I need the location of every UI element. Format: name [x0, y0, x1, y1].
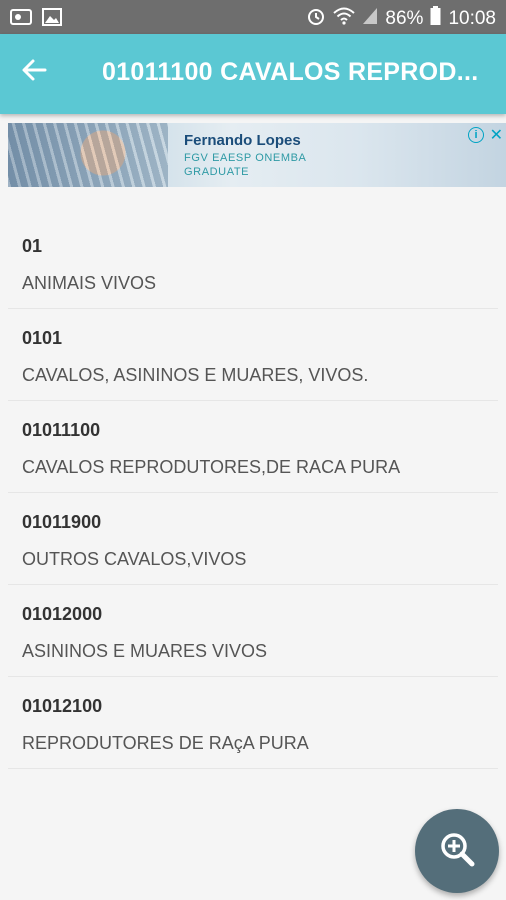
- time: 10:08: [448, 8, 496, 29]
- list-item[interactable]: 01011100 CAVALOS REPRODUTORES,DE RACA PU…: [8, 401, 498, 493]
- signal-icon: [362, 7, 378, 31]
- alarm-icon: [306, 6, 326, 32]
- item-code: 01011900: [22, 512, 102, 532]
- ad-name: Fernando Lopes: [184, 132, 301, 149]
- item-list: 01 ANIMAIS VIVOS 0101 CAVALOS, ASININOS …: [8, 217, 498, 769]
- ad-line-1: FGV EAESP ONEMBA: [184, 152, 307, 164]
- info-icon[interactable]: i: [468, 127, 484, 143]
- item-code: 0101: [22, 328, 63, 348]
- list-item[interactable]: 01 ANIMAIS VIVOS: [8, 217, 498, 309]
- arrow-back-icon: [20, 59, 48, 88]
- status-bar: 86% 10:08: [0, 0, 506, 34]
- ad-banner[interactable]: Fernando Lopes FGV EAESP ONEMBA GRADUATE…: [8, 123, 506, 187]
- battery-icon: [430, 6, 441, 32]
- item-description: ASININOS E MUARES VIVOS: [22, 641, 268, 661]
- item-description: REPRODUTORES DE RAçA PURA: [22, 733, 309, 753]
- item-description: ANIMAIS VIVOS: [22, 273, 157, 293]
- ad-image: [8, 123, 168, 187]
- wifi-icon: [333, 7, 356, 31]
- list-item[interactable]: 01012000 ASININOS E MUARES VIVOS: [8, 585, 498, 677]
- item-description: CAVALOS, ASININOS E MUARES, VIVOS.: [22, 365, 369, 385]
- list-item[interactable]: 01011900 OUTROS CAVALOS,VIVOS: [8, 493, 498, 585]
- item-code: 01: [22, 236, 43, 256]
- item-description: OUTROS CAVALOS,VIVOS: [22, 549, 247, 569]
- zoom-in-icon: [437, 829, 477, 874]
- close-icon[interactable]: ✕: [490, 125, 503, 145]
- zoom-fab-button[interactable]: [415, 809, 499, 893]
- app-bar: 01011100 CAVALOS REPROD...: [0, 34, 506, 114]
- gallery-icon: [10, 8, 32, 31]
- ad-line-2: GRADUATE: [184, 166, 250, 178]
- item-code: 01011100: [22, 420, 101, 440]
- back-button[interactable]: [20, 56, 60, 92]
- item-description: CAVALOS REPRODUTORES,DE RACA PURA: [22, 457, 401, 477]
- battery-percent: 86%: [385, 8, 424, 29]
- page-title: 01011100 CAVALOS REPROD...: [102, 58, 479, 86]
- item-code: 01012000: [22, 604, 103, 624]
- list-item[interactable]: 01012100 REPRODUTORES DE RAçA PURA: [8, 677, 498, 769]
- item-code: 01012100: [22, 696, 103, 716]
- image-icon: [42, 8, 62, 31]
- list-item[interactable]: 0101 CAVALOS, ASININOS E MUARES, VIVOS.: [8, 309, 498, 401]
